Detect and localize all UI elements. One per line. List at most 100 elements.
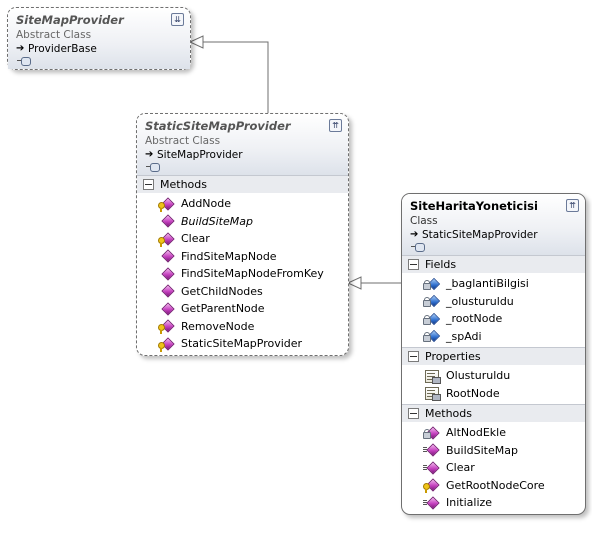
method-override-icon — [423, 443, 440, 457]
member-row[interactable]: AddNode — [137, 195, 348, 213]
method-public-icon — [158, 214, 175, 228]
field-private-icon — [423, 294, 441, 308]
base-class-label: ➔ ProviderBase — [16, 42, 184, 56]
member-name: RootNode — [446, 386, 500, 400]
inheritance-line-staticsitemapprovider-to-sitemapprovider — [203, 41, 269, 113]
property-icon — [423, 386, 441, 402]
member-list: Olusturuldu RootNode — [402, 365, 585, 404]
member-row[interactable]: GetRootNodeCore — [402, 477, 585, 495]
member-row[interactable]: RootNode — [402, 385, 585, 403]
method-protected-icon — [158, 319, 175, 335]
interface-lollipop-icon — [145, 162, 342, 172]
inherits-arrow-icon: ➔ — [16, 43, 25, 54]
member-name: Initialize — [446, 496, 493, 510]
member-list: AltNodEkle BuildSiteMap Clear GetRootNodeCo… — [402, 422, 585, 514]
member-name: BuildSiteMap — [181, 214, 253, 228]
base-class-label: ➔ SiteMapProvider — [145, 148, 342, 162]
collapse-toggle-icon[interactable]: ⇈ — [566, 199, 579, 212]
collapse-toggle-icon[interactable]: ⇈ — [329, 119, 342, 132]
member-row[interactable]: GetParentNode — [137, 300, 348, 318]
member-row[interactable]: Clear — [402, 459, 585, 477]
member-row[interactable]: AltNodEkle — [402, 424, 585, 442]
collapse-section-icon[interactable] — [408, 259, 419, 270]
inheritance-arrowhead-sitemapprovider — [188, 35, 204, 49]
class-header: StaticSiteMapProvider Abstract Class ➔ Site… — [137, 114, 348, 175]
section-header-fields[interactable]: Fields — [402, 255, 585, 273]
field-private-icon — [423, 329, 441, 343]
member-name: StaticSiteMapProvider — [181, 337, 303, 351]
member-row[interactable]: _rootNode — [402, 310, 585, 328]
member-name: GetChildNodes — [181, 284, 263, 298]
base-class-label: ➔ StaticSiteMapProvider — [410, 228, 579, 242]
collapse-section-icon[interactable] — [143, 179, 154, 190]
member-name: AltNodEkle — [446, 426, 506, 440]
collapse-section-icon[interactable] — [408, 408, 419, 419]
inherits-arrow-icon: ➔ — [145, 149, 154, 160]
method-override-icon — [423, 461, 440, 475]
member-row[interactable]: _olusturuldu — [402, 293, 585, 311]
method-protected-icon — [158, 232, 175, 247]
member-name: GetParentNode — [181, 302, 265, 316]
method-private-icon — [423, 426, 440, 440]
member-name: FindSiteMapNode — [181, 249, 277, 263]
class-shape-staticsitemapprovider[interactable]: StaticSiteMapProvider Abstract Class ➔ Site… — [136, 113, 349, 356]
class-kind: Abstract Class — [16, 29, 92, 41]
member-name: _baglantiBilgisi — [446, 277, 529, 291]
member-row[interactable]: Olusturuldu — [402, 367, 585, 385]
member-row[interactable]: StaticSiteMapProvider — [137, 335, 348, 353]
interface-lollipop-icon — [16, 56, 184, 66]
method-override-icon — [423, 496, 440, 510]
collapse-section-icon[interactable] — [408, 351, 419, 362]
member-row[interactable]: GetChildNodes — [137, 283, 348, 301]
member-row[interactable]: RemoveNode — [137, 318, 348, 336]
member-list: _baglantiBilgisi _olusturuldu _rootNode _sp… — [402, 273, 585, 347]
member-name: Clear — [181, 232, 210, 246]
section-title: Fields — [425, 258, 457, 271]
member-name: Clear — [446, 461, 475, 475]
expand-toggle-icon[interactable]: ⇊ — [171, 13, 184, 26]
member-row[interactable]: Initialize — [402, 494, 585, 512]
member-name: Olusturuldu — [446, 369, 511, 383]
section-title: Methods — [160, 178, 207, 191]
class-kind: Class — [410, 215, 438, 227]
inherits-arrow-icon: ➔ — [410, 229, 419, 240]
method-public-icon — [158, 249, 175, 263]
interface-lollipop-icon — [410, 242, 579, 252]
section-header-methods[interactable]: Methods — [137, 175, 348, 193]
class-shape-siteharitayoneticisi[interactable]: SiteHaritaYoneticisi Class ➔ StaticSiteMapP… — [401, 193, 586, 515]
method-protected-icon — [158, 197, 175, 212]
class-header: SiteMapProvider Abstract Class ➔ ProviderBa… — [8, 8, 190, 69]
section-title: Properties — [425, 350, 481, 363]
member-name: RemoveNode — [181, 319, 255, 333]
class-name: StaticSiteMapProvider — [145, 119, 291, 133]
member-name: BuildSiteMap — [446, 443, 518, 457]
section-header-methods[interactable]: Methods — [402, 404, 585, 422]
field-private-icon — [423, 277, 441, 291]
member-row[interactable]: BuildSiteMap — [137, 213, 348, 231]
base-class-name: ProviderBase — [28, 43, 97, 55]
member-list: AddNode BuildSiteMap Clear FindSiteMapNode F… — [137, 193, 348, 355]
method-public-icon — [158, 302, 175, 316]
member-name: _rootNode — [446, 312, 503, 326]
class-shape-sitemapprovider[interactable]: SiteMapProvider Abstract Class ➔ ProviderBa… — [7, 7, 191, 70]
class-name: SiteHaritaYoneticisi — [410, 199, 538, 213]
member-name: _spAdi — [446, 329, 482, 343]
field-private-icon — [423, 312, 441, 326]
member-row[interactable]: _baglantiBilgisi — [402, 275, 585, 293]
section-header-properties[interactable]: Properties — [402, 347, 585, 365]
member-row[interactable]: FindSiteMapNode — [137, 248, 348, 266]
member-row[interactable]: BuildSiteMap — [402, 442, 585, 460]
member-row[interactable]: Clear — [137, 230, 348, 248]
member-name: GetRootNodeCore — [446, 478, 545, 492]
member-name: FindSiteMapNodeFromKey — [181, 267, 324, 281]
class-name: SiteMapProvider — [16, 13, 124, 27]
section-title: Methods — [425, 407, 472, 420]
method-protected-icon — [423, 478, 440, 494]
base-class-name: SiteMapProvider — [157, 149, 243, 161]
property-icon — [423, 369, 441, 384]
member-row[interactable]: _spAdi — [402, 328, 585, 346]
base-class-name: StaticSiteMapProvider — [422, 229, 538, 241]
member-row[interactable]: FindSiteMapNodeFromKey — [137, 265, 348, 283]
class-kind: Abstract Class — [145, 135, 221, 147]
method-public-icon — [158, 284, 175, 298]
